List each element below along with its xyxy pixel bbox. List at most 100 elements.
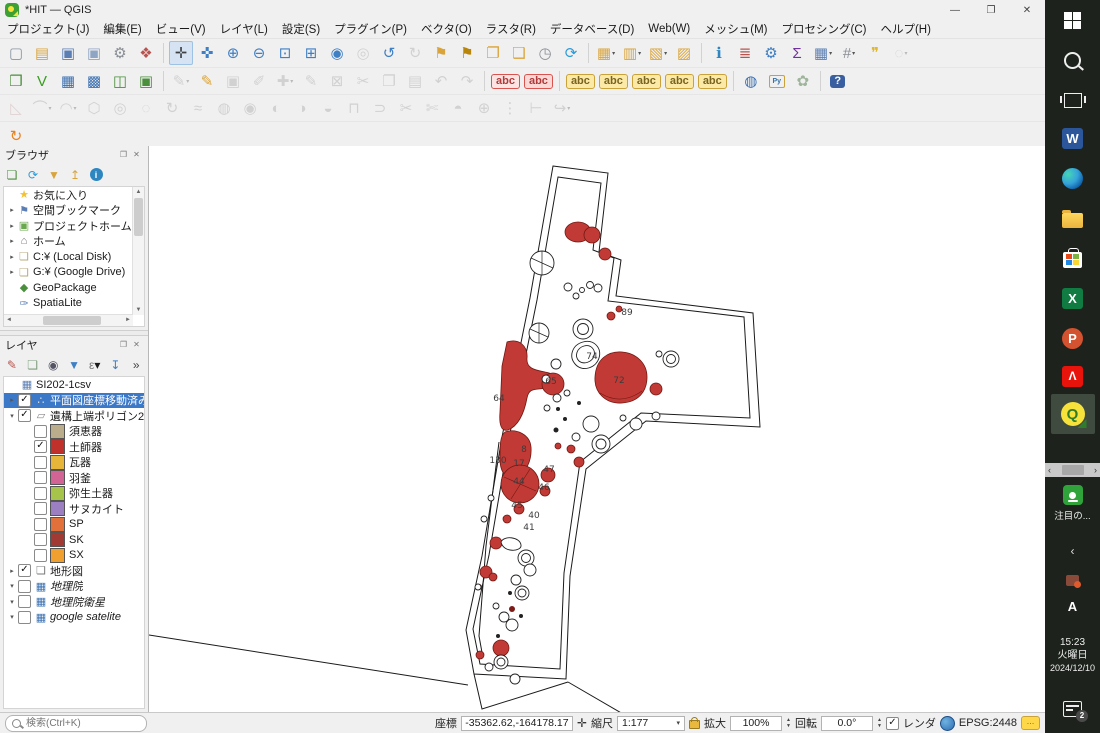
taskbar-search-button[interactable] (1045, 48, 1100, 72)
label-pin-red-icon[interactable]: abc (523, 69, 554, 93)
expander-icon[interactable]: ▾ (7, 613, 17, 621)
panel-overflow-icon[interactable]: » (127, 356, 145, 374)
metasearch-catalog-icon[interactable]: ◍ (739, 69, 763, 93)
layer-visibility-checkbox[interactable] (18, 611, 31, 624)
expander-icon[interactable]: ▸ (7, 396, 17, 404)
open-project-icon[interactable]: ▤ (30, 41, 54, 65)
python-console-icon[interactable]: Py (765, 69, 789, 93)
menu-item-1[interactable]: 編集(E) (96, 21, 148, 37)
layer-visibility-checkbox[interactable] (34, 456, 47, 469)
panel-float-icon[interactable]: ❐ (117, 340, 130, 349)
menu-item-11[interactable]: プロセシング(C) (775, 21, 874, 37)
taskbar-powerpoint[interactable]: P (1045, 326, 1100, 350)
coordinate-field[interactable]: -35362.62,-164178.17 (461, 716, 573, 731)
task-view-button[interactable] (1045, 88, 1100, 112)
layer-item[interactable]: 弥生土器 (4, 486, 144, 502)
new-project-icon[interactable]: ▢ (4, 41, 28, 65)
menu-item-9[interactable]: Web(W) (641, 23, 697, 35)
statistical-summary-icon[interactable]: ≣ (733, 41, 757, 65)
panel-close-icon[interactable]: ✕ (130, 150, 143, 159)
add-vector-layer-icon[interactable]: V (30, 69, 54, 93)
browser-item-home[interactable]: ▸⌂ホーム (4, 234, 144, 250)
menu-item-4[interactable]: 設定(S) (275, 21, 327, 37)
search-input[interactable] (24, 717, 120, 730)
save-project-icon[interactable]: ▣ (56, 41, 80, 65)
zoom-out-icon[interactable]: ⊖ (247, 41, 271, 65)
expand-collapse-tree-icon[interactable]: ↧ (107, 356, 125, 374)
browser-item-geopackage[interactable]: ◆GeoPackage (4, 280, 144, 296)
field-calculator-icon[interactable]: #▾ (837, 41, 861, 65)
menu-item-10[interactable]: メッシュ(M) (697, 21, 774, 37)
select-features-icon[interactable]: ▦▾ (594, 41, 618, 65)
tray-spotlight[interactable] (1045, 484, 1100, 506)
layer-item[interactable]: ▾▦地理院 (4, 579, 144, 595)
expander-icon[interactable]: ▸ (7, 237, 17, 245)
layer-item[interactable]: サヌカイト (4, 501, 144, 517)
map-tips-icon[interactable]: ❞ (863, 41, 887, 65)
scroll-left-icon[interactable]: ‹ (1048, 465, 1051, 475)
zoom-full-icon[interactable]: ⊞ (299, 41, 323, 65)
layer-item[interactable]: 瓦器 (4, 455, 144, 471)
refresh-browser-icon[interactable]: ⟳ (24, 166, 42, 184)
show-sum-icon[interactable]: Σ (785, 41, 809, 65)
expander-icon[interactable]: ▾ (7, 598, 17, 606)
select-by-value-icon[interactable]: ▥▾ (620, 41, 644, 65)
layer-visibility-checkbox[interactable] (34, 487, 47, 500)
menu-item-2[interactable]: ビュー(V) (149, 21, 213, 37)
tray-chevron-icon[interactable]: ‹ (1045, 543, 1100, 559)
label-properties-icon[interactable]: abc (697, 69, 728, 93)
expander-icon[interactable]: ▸ (7, 253, 17, 261)
taskbar-qgis-active[interactable]: Q (1045, 392, 1100, 436)
taskbar-file-explorer[interactable] (1045, 206, 1100, 230)
mouse-extent-icon[interactable]: ✛ (577, 716, 587, 730)
collapse-all-icon[interactable]: ↥ (66, 166, 84, 184)
temporal-controller-icon[interactable]: ◷ (533, 41, 557, 65)
filter-browser-icon[interactable]: ▼ (45, 166, 63, 184)
tray-app-icon[interactable] (1045, 572, 1100, 588)
zoom-to-selection-icon[interactable]: ◉ (325, 41, 349, 65)
menu-item-5[interactable]: プラグイン(P) (327, 21, 414, 37)
browser-item-project-home[interactable]: ▸▣プロジェクトホーム (4, 218, 144, 234)
browser-item-favorites[interactable]: ★お気に入り (4, 187, 144, 203)
tray-clock[interactable]: 15:23 火曜日 2024/12/10 (1045, 634, 1100, 676)
ime-mode-indicator[interactable]: A (1045, 597, 1100, 615)
notification-center-button[interactable]: 2 (1045, 698, 1100, 720)
expander-icon[interactable]: ▸ (7, 268, 17, 276)
add-group-icon[interactable]: ❏ (24, 356, 42, 374)
layer-item[interactable]: ▦SI202-1csv (4, 377, 144, 393)
processing-toolbox-icon[interactable]: ⚙ (759, 41, 783, 65)
data-source-manager-icon[interactable]: ❒ (4, 69, 28, 93)
locator-search[interactable] (5, 715, 147, 732)
panel-float-icon[interactable]: ❐ (117, 150, 130, 159)
layer-visibility-checkbox[interactable] (34, 425, 47, 438)
zoom-in-icon[interactable]: ⊕ (221, 41, 245, 65)
layer-item[interactable]: 羽釜 (4, 470, 144, 486)
expander-icon[interactable]: ▸ (7, 206, 17, 214)
menu-item-3[interactable]: レイヤ(L) (213, 21, 275, 37)
plugin-shortcut-orange-icon[interactable]: ↻ (4, 124, 28, 148)
expander-icon[interactable]: ▸ (7, 567, 17, 575)
new-map-view-icon[interactable]: ❐ (481, 41, 505, 65)
vertical-scrollbar[interactable]: ▲▼ (132, 187, 144, 315)
magnifier-field[interactable]: 100% (730, 716, 782, 731)
menu-item-8[interactable]: データベース(D) (543, 21, 641, 37)
taskbar-edge[interactable] (1045, 166, 1100, 190)
menu-item-6[interactable]: ベクタ(O) (414, 21, 479, 37)
browser-item-drive[interactable]: ▸❏G:¥ (Google Drive) (4, 265, 144, 281)
style-manager-icon[interactable]: ❖ (134, 41, 158, 65)
layer-item[interactable]: 須恵器 (4, 424, 144, 440)
new-3d-map-view-icon[interactable]: ❑ (507, 41, 531, 65)
crs-value[interactable]: EPSG:2448 (959, 717, 1017, 729)
horizontal-scrollbar[interactable]: ◄► (4, 314, 133, 326)
filter-by-expression-icon[interactable]: ε▾ (86, 356, 104, 374)
layer-visibility-checkbox[interactable]: ✓ (18, 564, 31, 577)
layer-item[interactable]: ✓土師器 (4, 439, 144, 455)
properties-info-icon[interactable]: i (87, 166, 105, 184)
layer-visibility-checkbox[interactable] (34, 549, 47, 562)
toggle-editing-icon[interactable]: ✎ (195, 69, 219, 93)
open-attribute-table-icon[interactable]: ▦▾ (811, 41, 835, 65)
layer-item[interactable]: SK (4, 532, 144, 548)
label-rotate-icon[interactable]: abc (664, 69, 695, 93)
browser-item-spatialite[interactable]: ✑SpatiaLite (4, 296, 144, 312)
scroll-right-icon[interactable]: › (1094, 465, 1097, 475)
